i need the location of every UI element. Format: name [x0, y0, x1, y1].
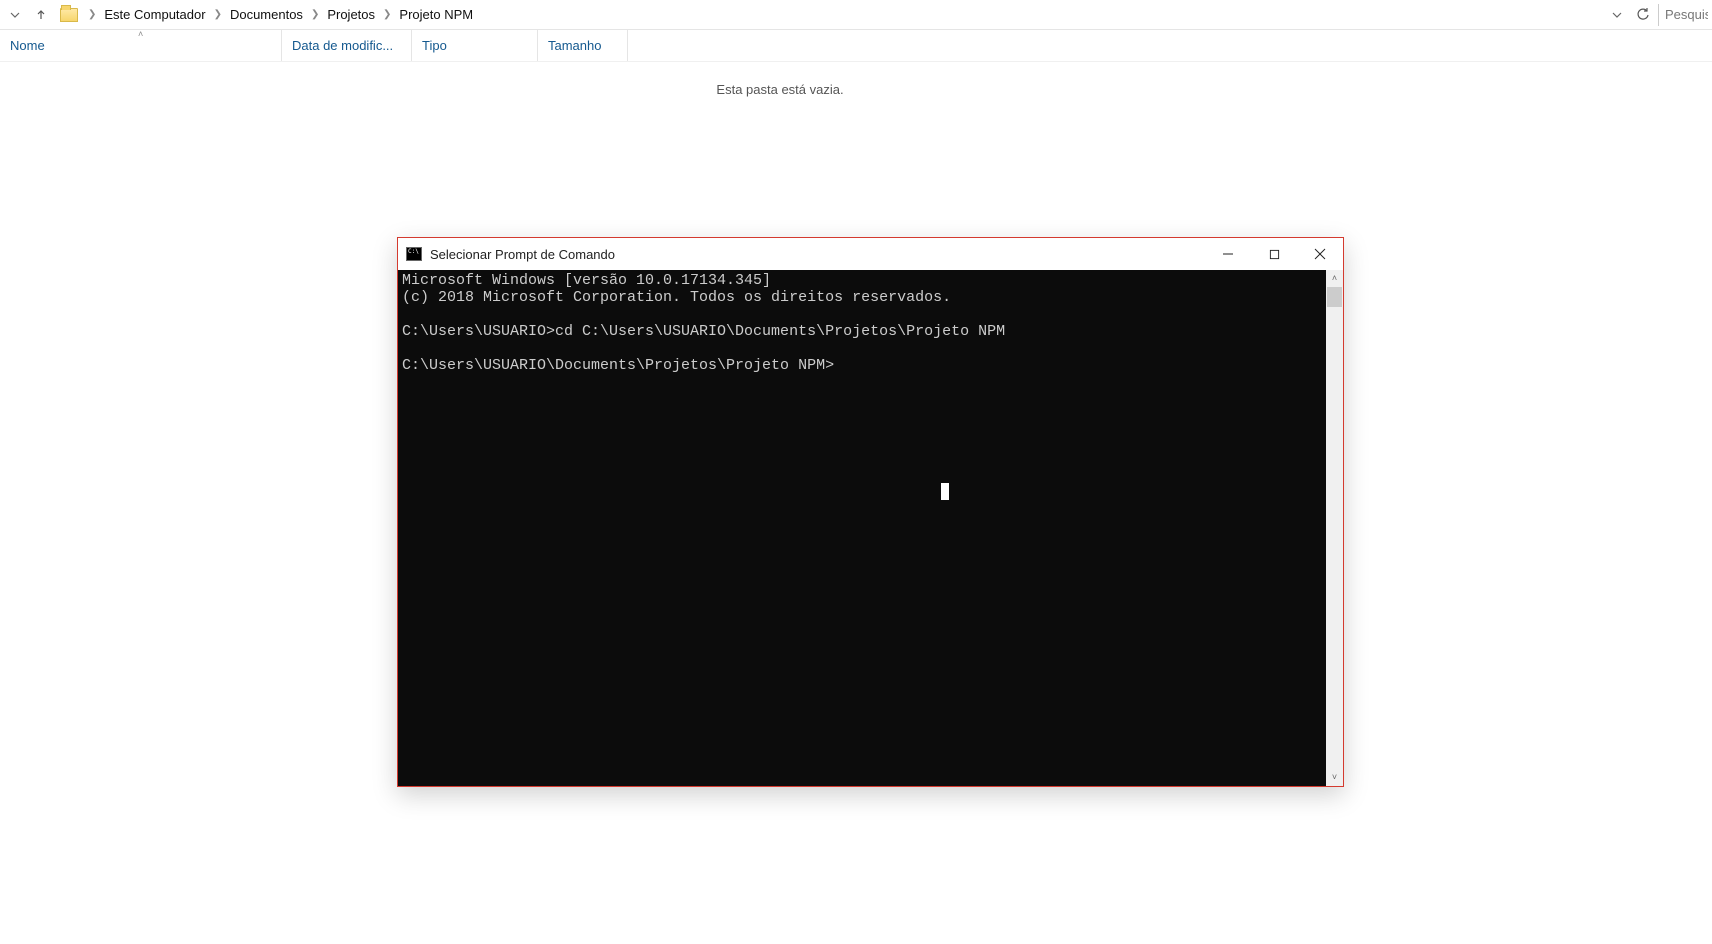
breadcrumb-item[interactable]: Projeto NPM — [395, 5, 477, 24]
command-prompt-window: Selecionar Prompt de Comando Microsoft W… — [397, 237, 1344, 787]
terminal-output[interactable]: Microsoft Windows [versão 10.0.17134.345… — [398, 270, 1326, 786]
scroll-up-icon[interactable]: ˄ — [1332, 270, 1337, 287]
breadcrumb-item[interactable]: Documentos — [226, 5, 307, 24]
column-header-type[interactable]: Tipo — [412, 30, 538, 61]
address-dropdown-icon[interactable] — [1606, 4, 1628, 26]
chevron-right-icon: ❯ — [86, 9, 98, 20]
terminal-line: Microsoft Windows [versão 10.0.17134.345… — [402, 272, 771, 289]
window-title: Selecionar Prompt de Comando — [430, 247, 1205, 262]
terminal-line: C:\Users\USUARIO>cd C:\Users\USUARIO\Doc… — [402, 323, 1005, 340]
scrollbar[interactable]: ˄ ˅ — [1326, 270, 1343, 786]
folder-icon — [60, 8, 78, 22]
chevron-right-icon: ❯ — [309, 9, 321, 20]
column-header-size[interactable]: Tamanho — [538, 30, 628, 61]
maximize-button[interactable] — [1251, 238, 1297, 270]
cmd-icon — [406, 247, 422, 261]
empty-folder-message: Esta pasta está vazia. — [0, 82, 1560, 97]
scroll-down-icon[interactable]: ˅ — [1332, 769, 1337, 786]
address-bar: ❯ Este Computador ❯ Documentos ❯ Projeto… — [0, 0, 1712, 30]
close-button[interactable] — [1297, 238, 1343, 270]
window-titlebar[interactable]: Selecionar Prompt de Comando — [398, 238, 1343, 270]
column-header-date[interactable]: Data de modific... — [282, 30, 412, 61]
scroll-thumb[interactable] — [1327, 287, 1342, 307]
minimize-button[interactable] — [1205, 238, 1251, 270]
breadcrumb-item[interactable]: Este Computador — [100, 5, 209, 24]
history-dropdown-icon[interactable] — [4, 4, 26, 26]
terminal-line: (c) 2018 Microsoft Corporation. Todos os… — [402, 289, 951, 306]
terminal-cursor — [941, 483, 949, 500]
breadcrumb: ❯ Este Computador ❯ Documentos ❯ Projeto… — [86, 5, 1602, 24]
terminal-line: C:\Users\USUARIO\Documents\Projetos\Proj… — [402, 357, 834, 374]
search-input[interactable]: Pesquisa — [1658, 4, 1708, 26]
refresh-button[interactable] — [1632, 4, 1654, 26]
chevron-right-icon: ❯ — [212, 9, 224, 20]
breadcrumb-item[interactable]: Projetos — [323, 5, 379, 24]
column-header-row: ˄ Nome Data de modific... Tipo Tamanho — [0, 30, 1712, 62]
nav-up-button[interactable] — [30, 4, 52, 26]
chevron-right-icon: ❯ — [381, 9, 393, 20]
sort-ascending-icon: ˄ — [138, 29, 143, 39]
